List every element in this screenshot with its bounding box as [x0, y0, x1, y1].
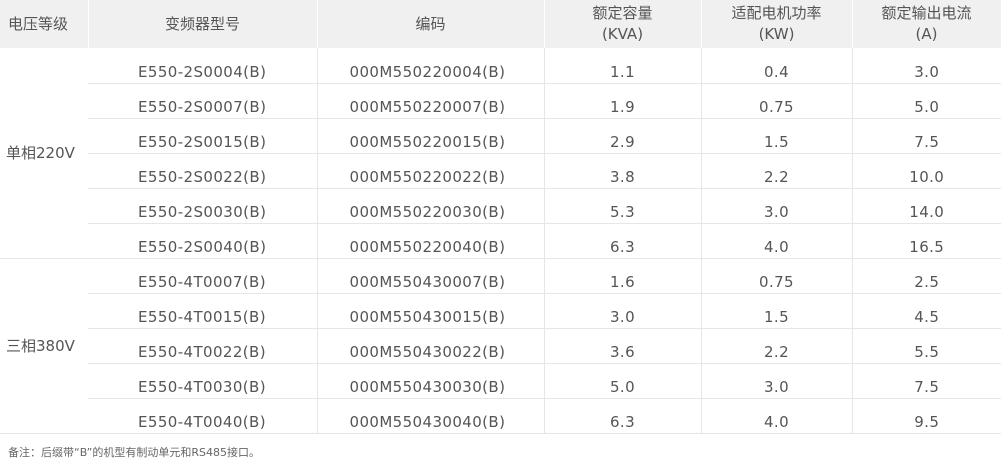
- output-current-cell: 7.5: [852, 118, 1001, 154]
- voltage-group-label: 单相220V: [0, 48, 88, 259]
- header-label: 编码: [415, 14, 446, 33]
- model-cell: E550-2S0015(B): [88, 118, 318, 154]
- rated-capacity-cell: 3.0: [544, 293, 702, 329]
- header-label: 适配电机功率: [731, 4, 822, 22]
- output-current-cell: 5.0: [852, 83, 1001, 119]
- header-label: 额定容量: [592, 4, 653, 22]
- motor-power-cell: 0.75: [701, 258, 853, 294]
- output-current-cell: 5.5: [852, 328, 1001, 364]
- rated-capacity-cell: 3.8: [544, 153, 702, 189]
- output-current-cell: 7.5: [852, 363, 1001, 399]
- table-row: E550-2S0015(B) 000M550220015(B) 2.9 1.5 7.5: [0, 118, 1001, 154]
- table-row: E550-2S0007(B) 000M550220007(B) 1.9 0.75 5.0: [0, 83, 1001, 119]
- header-unit: (KW): [758, 25, 795, 43]
- header-unit: (A): [915, 25, 938, 43]
- model-cell: E550-2S0022(B): [88, 153, 318, 189]
- table-row: E550-4T0022(B) 000M550430022(B) 3.6 2.2 5.5: [0, 328, 1001, 364]
- output-current-cell: 9.5: [852, 398, 1001, 434]
- voltage-group-label: 三相380V: [0, 258, 88, 434]
- table-row: 三相380V E550-4T0007(B) 000M550430007(B) 1.6 0…: [0, 258, 1001, 434]
- model-cell: E550-2S0030(B): [88, 188, 318, 224]
- code-cell: 000M550220007(B): [317, 83, 545, 119]
- rated-capacity-cell: 1.6: [544, 258, 702, 294]
- footnote: 备注：后缀带“B”的机型有制动单元和RS485接口。: [8, 446, 260, 459]
- code-cell: 000M550430022(B): [317, 328, 545, 364]
- code-cell: 000M550430007(B): [317, 258, 545, 294]
- rated-capacity-cell: 1.1: [544, 48, 702, 84]
- motor-power-cell: 0.4: [701, 48, 853, 84]
- motor-power-cell: 1.5: [701, 118, 853, 154]
- model-cell: E550-4T0007(B): [88, 258, 318, 294]
- output-current-cell: 14.0: [852, 188, 1001, 224]
- table-row: 单相220V E550-2S0004(B) 000M550220004(B) 1.1 0…: [0, 48, 1001, 259]
- model-cell: E550-2S0040(B): [88, 223, 318, 259]
- motor-power-cell: 3.0: [701, 363, 853, 399]
- inverter-spec-table: 电压等级 变频器型号 编码 额定容量 (KVA) 适配电机功率 (KW) 额定输: [0, 0, 1001, 434]
- motor-power-cell: 0.75: [701, 83, 853, 119]
- model-cell: E550-2S0007(B): [88, 83, 318, 119]
- output-current-cell: 4.5: [852, 293, 1001, 329]
- code-cell: 000M550220040(B): [317, 223, 545, 259]
- table-row: E550-2S0022(B) 000M550220022(B) 3.8 2.2 10.0: [0, 153, 1001, 189]
- model-cell: E550-2S0004(B): [88, 48, 318, 84]
- rated-capacity-cell: 6.3: [544, 223, 702, 259]
- motor-power-cell: 4.0: [701, 223, 853, 259]
- header-model: 变频器型号: [88, 0, 318, 48]
- header-label: 额定输出电流: [881, 4, 972, 22]
- rated-capacity-cell: 3.6: [544, 328, 702, 364]
- rated-capacity-cell: 5.3: [544, 188, 702, 224]
- output-current-cell: 3.0: [852, 48, 1001, 84]
- motor-power-cell: 2.2: [701, 153, 853, 189]
- spec-page: 电压等级 变频器型号 编码 额定容量 (KVA) 适配电机功率 (KW) 额定输: [0, 0, 1001, 462]
- header-label: 变频器型号: [164, 14, 240, 33]
- table-row: E550-4T0015(B) 000M550430015(B) 3.0 1.5 4.5: [0, 293, 1001, 329]
- code-cell: 000M550220030(B): [317, 188, 545, 224]
- rated-capacity-cell: 6.3: [544, 398, 702, 434]
- code-cell: 000M550220004(B): [317, 48, 545, 84]
- header-rated-capacity: 额定容量 (KVA): [544, 0, 702, 48]
- table-row: E550-4T0040(B) 000M550430040(B) 6.3 4.0 9.5: [0, 398, 1001, 434]
- code-cell: 000M550430030(B): [317, 363, 545, 399]
- output-current-cell: 16.5: [852, 223, 1001, 259]
- motor-power-cell: 2.2: [701, 328, 853, 364]
- header-motor-power: 适配电机功率 (KW): [701, 0, 853, 48]
- model-cell: E550-4T0022(B): [88, 328, 318, 364]
- motor-power-cell: 3.0: [701, 188, 853, 224]
- rated-capacity-cell: 2.9: [544, 118, 702, 154]
- code-cell: 000M550430015(B): [317, 293, 545, 329]
- model-cell: E550-4T0030(B): [88, 363, 318, 399]
- motor-power-cell: 4.0: [701, 398, 853, 434]
- rated-capacity-cell: 1.9: [544, 83, 702, 119]
- header-label: 电压等级: [8, 14, 69, 33]
- table-header-row: 电压等级 变频器型号 编码 额定容量 (KVA) 适配电机功率 (KW) 额定输: [0, 0, 1001, 48]
- header-output-current: 额定输出电流 (A): [852, 0, 1001, 48]
- header-unit: (KVA): [601, 25, 644, 43]
- table-row: E550-4T0030(B) 000M550430030(B) 5.0 3.0 7.5: [0, 363, 1001, 399]
- code-cell: 000M550220015(B): [317, 118, 545, 154]
- header-code: 编码: [317, 0, 545, 48]
- output-current-cell: 10.0: [852, 153, 1001, 189]
- table-body: 单相220V E550-2S0004(B) 000M550220004(B) 1.1 0…: [0, 48, 1001, 434]
- code-cell: 000M550220022(B): [317, 153, 545, 189]
- code-cell: 000M550430040(B): [317, 398, 545, 434]
- model-cell: E550-4T0015(B): [88, 293, 318, 329]
- rated-capacity-cell: 5.0: [544, 363, 702, 399]
- table-row: E550-2S0040(B) 000M550220040(B) 6.3 4.0 16.5: [0, 223, 1001, 259]
- header-voltage-class: 电压等级: [0, 0, 89, 48]
- model-cell: E550-4T0040(B): [88, 398, 318, 434]
- output-current-cell: 2.5: [852, 258, 1001, 294]
- motor-power-cell: 1.5: [701, 293, 853, 329]
- table-row: E550-2S0030(B) 000M550220030(B) 5.3 3.0 14.0: [0, 188, 1001, 224]
